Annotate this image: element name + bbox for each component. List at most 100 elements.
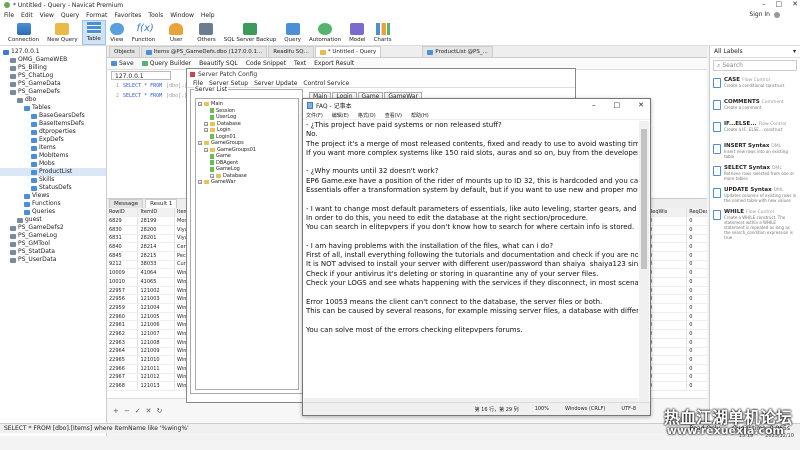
column-header[interactable]: ReqWis <box>647 208 688 218</box>
table-row[interactable]: 00 <box>647 355 707 365</box>
sql-server-backup-button[interactable]: SQL Server Backup <box>220 20 281 45</box>
table-row[interactable]: 00 <box>647 286 707 296</box>
grid-cell[interactable]: 6831 <box>107 234 139 244</box>
menu-query[interactable]: Query <box>61 12 79 19</box>
grid-cell[interactable]: 22966 <box>107 364 139 374</box>
grid-cell[interactable]: 0 <box>647 268 688 278</box>
table-row[interactable]: 00 <box>647 347 707 357</box>
tree-node[interactable]: Queries <box>0 208 106 216</box>
grid-cell[interactable]: 0 <box>686 242 707 252</box>
grid-cell[interactable]: 0 <box>686 347 707 357</box>
sign-in-link[interactable]: Sign In <box>749 11 770 18</box>
column-header[interactable]: ReqDex <box>686 208 707 218</box>
snippet-item[interactable]: WHILE Flow Control Create a WHILE constru… <box>710 205 800 240</box>
grid-cell[interactable]: 0 <box>647 303 688 313</box>
tree-node[interactable]: ExpDefs <box>0 136 106 144</box>
menu-edit[interactable]: Edit <box>21 12 33 19</box>
grid-cell[interactable]: 0 <box>686 286 707 296</box>
tree-node[interactable]: PS_GameDefs2 <box>0 224 106 232</box>
grid-cell[interactable]: 0 <box>686 329 707 339</box>
connection-select[interactable]: 127.0.0.1 <box>111 71 171 80</box>
grid-cell[interactable]: 41065 <box>137 277 176 287</box>
grid-cell[interactable]: 10009 <box>107 268 139 278</box>
tree-node[interactable]: PS_GameLog <box>0 232 106 240</box>
menu-view[interactable]: View <box>40 12 54 19</box>
user-avatar-icon[interactable] <box>774 11 780 18</box>
table-row[interactable]: 00 <box>647 294 707 305</box>
table-row[interactable]: 00 <box>647 312 707 322</box>
grid-cell[interactable]: 22956 <box>107 294 139 305</box>
tree-node[interactable]: dbo <box>0 96 106 104</box>
grid-cell[interactable]: 28201 <box>137 234 176 244</box>
tree-node[interactable]: PS_ChatLog <box>0 72 106 80</box>
table-row[interactable]: 00 <box>647 216 707 226</box>
grid-cell[interactable]: 0 <box>647 329 688 339</box>
grid-cell[interactable]: 0 <box>647 294 688 305</box>
grid-cell[interactable]: 121003 <box>137 294 176 305</box>
grid-cell[interactable]: 0 <box>647 234 688 244</box>
grid-cell[interactable]: 6840 <box>107 242 139 252</box>
snippet-item[interactable]: UPDATE Syntax DML Updates columns of exis… <box>710 183 800 205</box>
grid-cell[interactable]: 0 <box>647 216 688 226</box>
expand-icon[interactable]: − <box>198 102 202 107</box>
expand-icon[interactable]: − <box>198 180 202 185</box>
tree-node[interactable]: Skills <box>0 176 106 184</box>
charts-button[interactable]: Charts <box>370 20 396 45</box>
tree-node[interactable]: PS_Billing <box>0 64 106 72</box>
grid-cell[interactable]: 0 <box>647 373 688 383</box>
maximize-button[interactable]: □ <box>776 0 783 8</box>
grid-cell[interactable]: 121009 <box>137 347 176 357</box>
table-button[interactable]: Table <box>81 20 106 45</box>
grid-cell[interactable]: 121002 <box>137 286 176 296</box>
snippet-search-input[interactable]: ⌕ Search <box>713 60 797 71</box>
tree-node[interactable]: Items <box>0 144 106 152</box>
tree-node[interactable]: ProductList <box>0 168 106 176</box>
grid-cell[interactable]: 22959 <box>107 303 139 313</box>
automation-button[interactable]: Automation <box>305 20 345 45</box>
label-filter[interactable]: All Labels ▾ <box>710 46 800 58</box>
snippet-item[interactable]: CASE Flow Control Create a conditional co… <box>710 73 800 95</box>
connection-button[interactable]: Connection <box>4 20 43 45</box>
notepad-text-area[interactable]: - ¿This project have paid systems or non… <box>304 121 638 401</box>
grid-cell[interactable]: 9212 <box>107 260 139 270</box>
grid-cell[interactable]: 0 <box>686 355 707 365</box>
grid-cell[interactable]: 0 <box>686 381 707 391</box>
grid-cell[interactable]: 0 <box>647 251 688 261</box>
scroll-thumb[interactable] <box>641 129 647 269</box>
grid-cell[interactable]: 0 <box>647 312 688 322</box>
table-row[interactable]: 00 <box>647 303 707 313</box>
tree-node[interactable]: Views <box>0 192 106 200</box>
table-row[interactable]: 00 <box>647 251 707 261</box>
menu-favorites[interactable]: Favorites <box>114 12 141 19</box>
grid-cell[interactable]: 28214 <box>137 242 176 252</box>
grid-cell[interactable]: 121010 <box>137 355 176 365</box>
apply-button[interactable]: ✓ <box>135 407 141 415</box>
grid-cell[interactable]: 0 <box>647 277 688 287</box>
save-button[interactable]: Save <box>111 60 134 67</box>
tab-result-1[interactable]: Result 1 <box>145 199 178 208</box>
table-row[interactable]: 00 <box>647 277 707 287</box>
tab-objects[interactable]: Objects <box>109 46 140 57</box>
table-row[interactable]: 00 <box>647 225 707 235</box>
expand-icon[interactable]: − <box>210 173 214 178</box>
grid-cell[interactable]: 0 <box>647 364 688 374</box>
tree-node[interactable]: OMG_GameWEB <box>0 56 106 64</box>
delete-record-button[interactable]: − <box>124 407 130 415</box>
table-row[interactable]: 00 <box>647 381 707 391</box>
np-menu-view[interactable]: 查看(V) <box>385 112 402 119</box>
grid-cell[interactable]: 0 <box>686 320 707 331</box>
tree-node[interactable]: StatusDefs <box>0 184 106 192</box>
np-menu-format[interactable]: 格式(O) <box>358 112 376 119</box>
query-builder-button[interactable]: Query Builder <box>141 60 191 67</box>
grid-cell[interactable]: 0 <box>647 355 688 365</box>
grid-cell[interactable]: 0 <box>686 234 707 244</box>
grid-cell[interactable]: 0 <box>686 251 707 261</box>
table-row[interactable]: 00 <box>647 260 707 270</box>
tree-node[interactable]: guest <box>0 216 106 224</box>
grid-cell[interactable]: 22964 <box>107 347 139 357</box>
table-row[interactable]: 00 <box>647 338 707 348</box>
notepad-minimize-button[interactable]: – <box>592 101 596 109</box>
export-result-button[interactable]: Export Result <box>314 60 354 67</box>
grid-cell[interactable]: 22963 <box>107 338 139 348</box>
grid-cell[interactable]: 22960 <box>107 312 139 322</box>
